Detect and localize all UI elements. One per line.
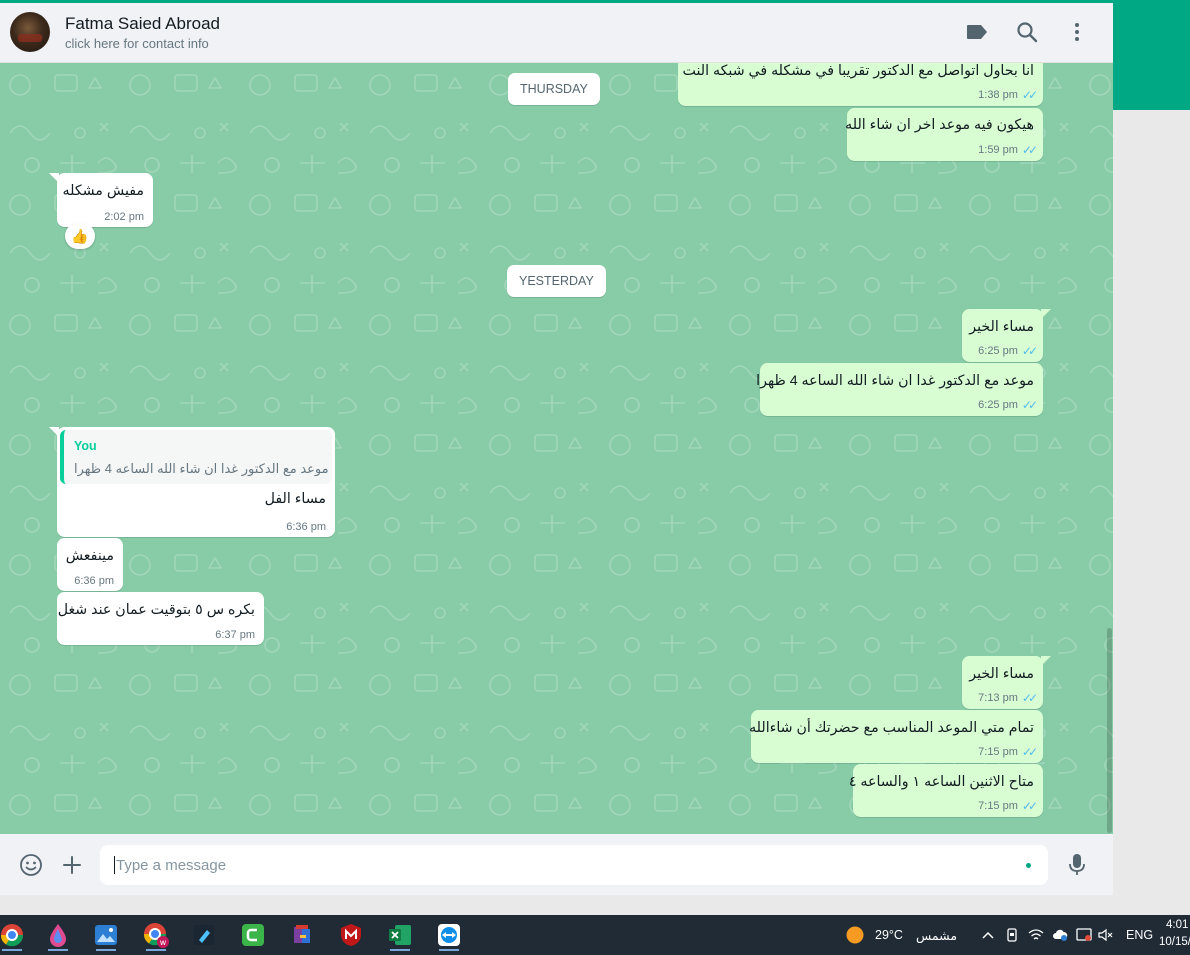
message-time: 6:36 pm (74, 575, 114, 587)
message-time: 6:36 pm (286, 521, 326, 533)
text-caret (114, 856, 115, 874)
message-text: متاح الاثنين الساعه ١ والساعه ٤ (848, 774, 1034, 790)
teamviewer-app-icon[interactable] (431, 919, 467, 951)
wifi-icon[interactable] (1028, 927, 1044, 943)
quoted-text: موعد مع الدكتور غدا ان شاء الله الساعه 4… (74, 461, 329, 476)
message-time: 7:15 pm (978, 800, 1018, 812)
quoted-message[interactable]: You موعد مع الدكتور غدا ان شاء الله السا… (60, 430, 332, 484)
message-time: 7:15 pm (978, 746, 1018, 758)
microphone-icon[interactable] (1064, 852, 1090, 878)
message-text: مينفعش (65, 548, 114, 564)
chat-scrollbar[interactable] (1107, 628, 1112, 833)
emoji-icon[interactable] (18, 852, 44, 878)
message-time: 2:02 pm (104, 211, 144, 223)
message-text: تمام متي الموعد المناسب مع حضرتك أن شاءا… (749, 720, 1034, 736)
photos-app-icon[interactable] (88, 919, 124, 951)
device-tray-icon[interactable] (1004, 927, 1020, 943)
read-ticks-icon: ✓✓ (1021, 799, 1038, 813)
message-time: 6:37 pm (215, 629, 255, 641)
message-input[interactable] (100, 845, 1048, 885)
contact-name[interactable]: Fatma Saied Abroad (65, 14, 220, 34)
message-incoming[interactable]: مفيش مشكله 2:02 pm (49, 173, 153, 227)
input-language-indicator[interactable]: ENG (1126, 928, 1153, 942)
chrome-work-profile-icon[interactable]: w (138, 919, 174, 951)
message-text: موعد مع الدكتور غدا ان شاء الله الساعه 4… (756, 373, 1034, 389)
message-outgoing[interactable]: مساء الخير 6:25 pm ✓✓ (962, 309, 1051, 362)
menu-icon[interactable] (1064, 19, 1090, 45)
message-text: مساء الفل (264, 491, 326, 507)
message-text: بكره س ٥ بتوقيت عمان عند شغل (57, 602, 255, 618)
message-time: 1:38 pm (978, 89, 1018, 101)
message-incoming-reply[interactable]: You موعد مع الدكتور غدا ان شاء الله السا… (49, 427, 335, 537)
message-text: مساء الخير (969, 666, 1034, 682)
onedrive-cloud-icon[interactable] (1052, 927, 1068, 943)
read-ticks-icon: ✓✓ (1021, 143, 1038, 157)
volume-muted-icon[interactable] (1098, 927, 1114, 943)
message-outgoing[interactable]: تمام متي الموعد المناسب مع حضرتك أن شاءا… (749, 710, 1043, 763)
message-incoming[interactable]: بكره س ٥ بتوقيت عمان عند شغل 6:37 pm (57, 592, 264, 645)
read-ticks-icon: ✓✓ (1021, 745, 1038, 759)
winrar-app-icon[interactable] (285, 919, 321, 951)
contact-info-hint[interactable]: click here for contact info (65, 36, 209, 51)
message-outgoing[interactable]: هيكون فيه موعد اخر ان شاء الله 1:59 pm ✓✓ (845, 108, 1043, 161)
date-separator-yesterday: YESTERDAY (507, 265, 606, 297)
message-time: 6:25 pm (978, 345, 1018, 357)
contact-avatar[interactable] (10, 12, 50, 52)
chat-header[interactable]: Fatma Saied Abroad click here for contac… (0, 3, 1113, 63)
message-outgoing[interactable]: انا بحاول اتواصل مع الدكتور تقريبا في مش… (678, 63, 1043, 106)
whatsapp-web-chat-window: Fatma Saied Abroad click here for contac… (0, 3, 1113, 895)
search-icon[interactable] (1014, 19, 1040, 45)
message-text: مساء الخير (969, 319, 1034, 335)
message-text: هيكون فيه موعد اخر ان شاء الله (845, 117, 1034, 133)
label-icon[interactable] (964, 19, 990, 45)
chrome-profile-icon[interactable] (0, 919, 30, 951)
message-input-box[interactable] (100, 845, 1048, 885)
quoted-author: You (74, 439, 97, 453)
message-time: 7:13 pm (978, 692, 1018, 704)
message-incoming[interactable]: مينفعش 6:36 pm (57, 538, 123, 591)
attach-plus-icon[interactable] (59, 852, 85, 878)
composer-bar (0, 834, 1113, 895)
read-ticks-icon: ✓✓ (1021, 398, 1038, 412)
message-outgoing[interactable]: موعد مع الدكتور غدا ان شاء الله الساعه 4… (756, 363, 1043, 416)
color-drop-app-icon[interactable] (40, 919, 76, 951)
show-hidden-icons-chevron-icon[interactable] (980, 927, 996, 943)
window-backdrop-accent (1113, 3, 1190, 110)
message-time: 1:59 pm (978, 144, 1018, 156)
running-indicator (146, 949, 166, 951)
read-ticks-icon: ✓✓ (1021, 88, 1038, 102)
message-text: مفيش مشكله (62, 183, 144, 199)
message-outgoing[interactable]: متاح الاثنين الساعه ١ والساعه ٤ 7:15 pm ✓… (849, 764, 1043, 817)
date-separator-thursday: THURSDAY (508, 73, 600, 105)
excel-app-icon[interactable] (382, 919, 418, 951)
camtasia-app-icon[interactable] (235, 919, 271, 951)
running-indicator (390, 949, 410, 951)
clock-time[interactable]: 4:01 (1166, 919, 1188, 931)
editor-app-icon[interactable] (186, 919, 222, 951)
message-text: انا بحاول اتواصل مع الدكتور تقريبا في مش… (682, 63, 1034, 79)
running-indicator (439, 949, 459, 951)
weather-description[interactable]: مشمس (916, 928, 957, 943)
window-backdrop (1113, 110, 1190, 915)
reaction-thumbs-up-icon[interactable]: 👍 (65, 223, 95, 249)
security-tray-icon[interactable] (1076, 927, 1092, 943)
running-indicator (48, 949, 68, 951)
read-ticks-icon: ✓✓ (1021, 344, 1038, 358)
message-outgoing[interactable]: مساء الخير 7:13 pm ✓✓ (962, 656, 1051, 709)
read-ticks-icon: ✓✓ (1021, 691, 1038, 705)
running-indicator (96, 949, 116, 951)
grammar-indicator-dot (1026, 863, 1031, 868)
windows-taskbar: w 29°C مشمس ENG 4:01 10/15/ (0, 915, 1190, 955)
svg-text:w: w (160, 938, 167, 947)
clock-date[interactable]: 10/15/ (1159, 936, 1190, 948)
message-time: 6:25 pm (978, 399, 1018, 411)
mcafee-app-icon[interactable] (333, 919, 369, 951)
weather-temperature[interactable]: 29°C (875, 928, 903, 942)
message-list[interactable]: THURSDAY YESTERDAY انا بحاول اتواصل مع ا… (0, 63, 1113, 834)
running-indicator (2, 949, 22, 951)
weather-sun-icon[interactable] (846, 926, 864, 944)
